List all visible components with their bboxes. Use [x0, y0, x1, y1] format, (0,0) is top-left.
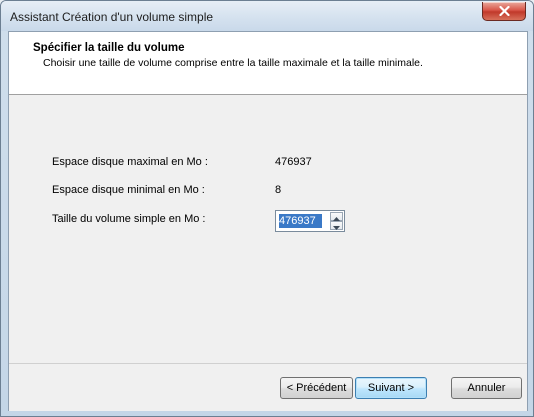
cancel-button[interactable]: Annuler: [451, 377, 522, 399]
min-space-label: Espace disque minimal en Mo :: [52, 184, 205, 196]
close-button[interactable]: [482, 2, 526, 21]
next-button[interactable]: Suivant >: [355, 377, 427, 399]
close-icon: [498, 6, 510, 16]
volume-size-input[interactable]: [277, 212, 331, 230]
window-title: Assistant Création d'un volume simple: [10, 10, 214, 24]
volume-size-stepper[interactable]: [275, 210, 345, 232]
wizard-footer: < Précédent Suivant > Annuler: [9, 363, 527, 411]
min-space-value: 8: [275, 184, 282, 196]
wizard-content: Spécifier la taille du volume Choisir un…: [8, 31, 528, 411]
page-title: Spécifier la taille du volume: [33, 42, 185, 54]
previous-button[interactable]: < Précédent: [280, 377, 353, 399]
title-bar[interactable]: Assistant Création d'un volume simple: [1, 1, 533, 31]
wizard-header: Spécifier la taille du volume Choisir un…: [9, 32, 527, 95]
page-subtitle: Choisir une taille de volume comprise en…: [43, 57, 423, 69]
max-space-value: 476937: [275, 156, 312, 168]
max-space-label: Espace disque maximal en Mo :: [52, 156, 208, 168]
wizard-body: Espace disque maximal en Mo : 476937 Esp…: [9, 95, 527, 363]
spin-down-button[interactable]: [330, 221, 343, 230]
wizard-window: Assistant Création d'un volume simple Sp…: [0, 0, 534, 417]
volume-size-label: Taille du volume simple en Mo :: [52, 213, 206, 225]
chevron-down-icon: [333, 217, 340, 235]
